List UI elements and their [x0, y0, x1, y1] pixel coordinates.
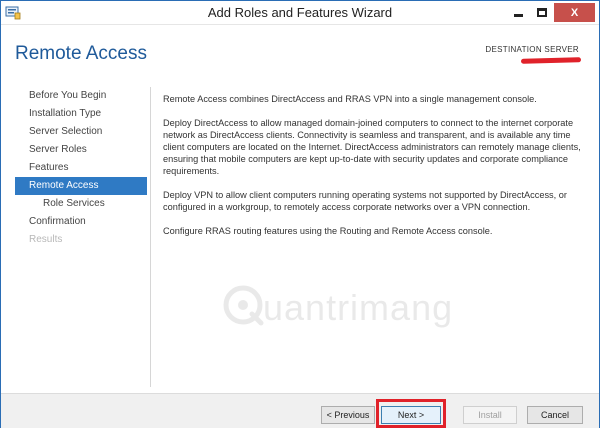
nav-divider — [150, 87, 151, 387]
content-paragraph: Deploy DirectAccess to allow managed dom… — [163, 118, 581, 176]
minimize-button[interactable] — [506, 3, 530, 22]
wizard-window: Add Roles and Features Wizard X Remote A… — [0, 0, 600, 428]
title-bar[interactable]: Add Roles and Features Wizard X — [1, 1, 599, 25]
annotation-underline — [520, 57, 582, 64]
wizard-footer: < Previous Next > Install Cancel — [1, 393, 599, 428]
close-button[interactable]: X — [554, 3, 595, 22]
wizard-nav: Before You Begin Installation Type Serve… — [15, 87, 147, 249]
nav-item-results: Results — [29, 234, 63, 245]
close-icon: X — [570, 6, 579, 19]
nav-item-server-roles[interactable]: Server Roles — [15, 141, 147, 159]
window-controls: X — [506, 3, 595, 22]
watermark: uantrimang — [219, 281, 453, 334]
content-pane: Remote Access combines DirectAccess and … — [163, 93, 583, 249]
previous-button[interactable]: < Previous — [321, 406, 375, 424]
page-title: Remote Access — [15, 43, 147, 64]
nav-item-server-selection[interactable]: Server Selection — [15, 123, 147, 141]
content-paragraph: Configure RRAS routing features using th… — [163, 226, 493, 236]
watermark-logo-icon — [219, 281, 267, 334]
nav-item-confirmation[interactable]: Confirmation — [15, 213, 147, 231]
nav-item-remote-access[interactable]: Remote Access — [15, 177, 147, 195]
maximize-icon — [537, 8, 547, 17]
content-paragraph: Remote Access combines DirectAccess and … — [163, 94, 537, 104]
nav-item-before-you-begin[interactable]: Before You Begin — [15, 87, 147, 105]
nav-item-features[interactable]: Features — [15, 159, 147, 177]
destination-server-label: DESTINATION SERVER — [485, 45, 579, 54]
content-paragraph: Deploy VPN to allow client computers run… — [163, 190, 567, 212]
cancel-button[interactable]: Cancel — [527, 406, 583, 424]
minimize-icon — [513, 13, 523, 17]
install-button: Install — [463, 406, 517, 424]
nav-item-role-services[interactable]: Role Services — [15, 195, 147, 213]
nav-item-installation-type[interactable]: Installation Type — [15, 105, 147, 123]
annotation-highlight-box — [376, 399, 446, 428]
watermark-text: uantrimang — [263, 286, 454, 328]
maximize-button[interactable] — [530, 3, 554, 22]
